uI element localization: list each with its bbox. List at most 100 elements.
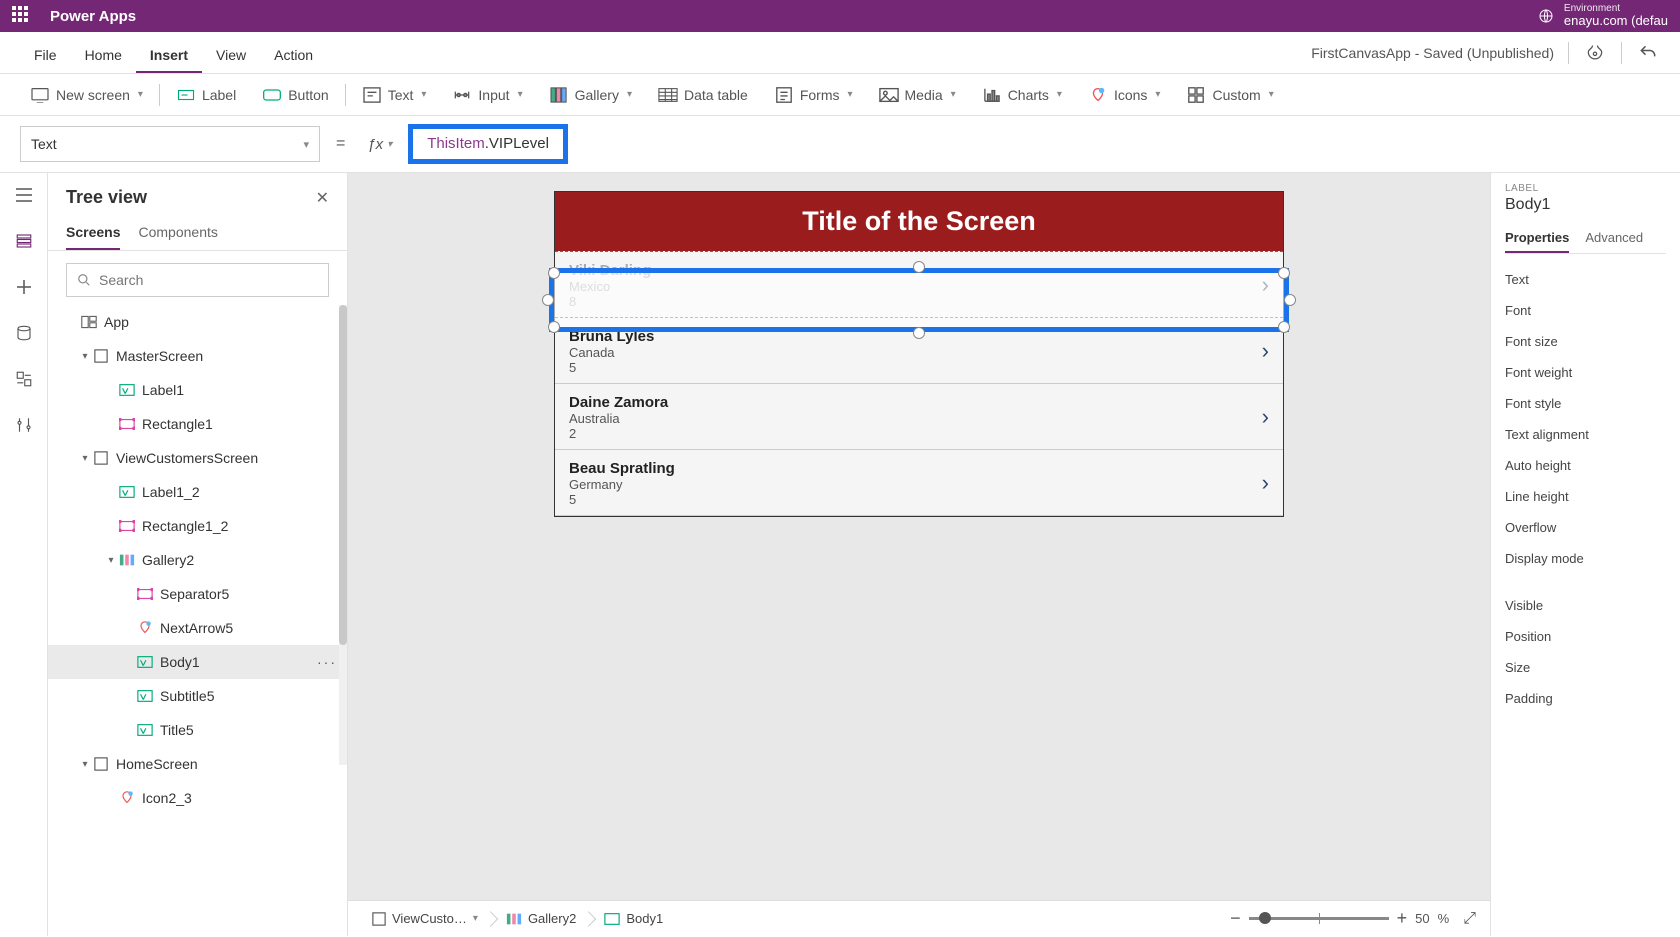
tree-node-homescreen[interactable]: ▾HomeScreen — [48, 747, 347, 781]
menu-tab-file[interactable]: File — [20, 37, 71, 73]
ribbon-item-label: Icons — [1114, 87, 1147, 103]
chevron-icon[interactable]: ▾ — [78, 351, 92, 362]
ribbon-custom[interactable]: Custom▾ — [1176, 82, 1283, 108]
tree-tabs: Screens Components — [48, 216, 347, 251]
tree-node-app[interactable]: App — [48, 305, 347, 339]
property-selector[interactable]: Text ▾ — [20, 126, 320, 162]
formula-input[interactable]: ThisItem.VIPLevel — [427, 136, 549, 153]
prop-row-position[interactable]: Position — [1505, 621, 1666, 652]
prop-row-auto-height[interactable]: Auto height — [1505, 450, 1666, 481]
resize-handle[interactable] — [1278, 267, 1290, 279]
rail-data-icon[interactable] — [12, 321, 36, 345]
resize-handle[interactable] — [1278, 321, 1290, 333]
ribbon-text[interactable]: Text▾ — [352, 82, 437, 108]
prop-row-overflow[interactable]: Overflow — [1505, 512, 1666, 543]
ribbon-charts[interactable]: Charts▾ — [972, 82, 1072, 108]
tree-node-gallery2[interactable]: ▾Gallery2 — [48, 543, 347, 577]
tree-search-input[interactable] — [99, 272, 318, 288]
fx-label[interactable]: ƒx▾ — [361, 136, 398, 153]
next-arrow-icon[interactable]: › — [1262, 404, 1269, 430]
prop-row-padding[interactable]: Padding — [1505, 683, 1666, 714]
tree-node-nextarrow5[interactable]: NextArrow5 — [48, 611, 347, 645]
prop-row-text[interactable]: Text — [1505, 264, 1666, 295]
gallery-item[interactable]: Daine ZamoraAustralia2› — [555, 384, 1283, 450]
prop-row-visible[interactable]: Visible — [1505, 590, 1666, 621]
prop-row-text-alignment[interactable]: Text alignment — [1505, 419, 1666, 450]
formula-bar: Text ▾ = ƒx▾ ThisItem.VIPLevel — [0, 116, 1680, 173]
prop-tab-advanced[interactable]: Advanced — [1585, 224, 1643, 253]
prop-row-font-size[interactable]: Font size — [1505, 326, 1666, 357]
prop-row-line-height[interactable]: Line height — [1505, 481, 1666, 512]
resize-handle[interactable] — [913, 261, 925, 273]
zoom-out-button[interactable]: − — [1230, 908, 1241, 929]
prop-row-font[interactable]: Font — [1505, 295, 1666, 326]
ribbon-forms[interactable]: Forms▾ — [764, 82, 863, 108]
tree-node-label1[interactable]: Label1 — [48, 373, 347, 407]
gallery-item[interactable]: Viki DarlingMexico8› — [555, 251, 1283, 318]
ribbon-media[interactable]: Media▾ — [869, 82, 966, 108]
more-icon[interactable]: ··· — [317, 654, 337, 670]
tree-node-masterscreen[interactable]: ▾ MasterScreen — [48, 339, 347, 373]
prop-row-display-mode[interactable]: Display mode — [1505, 543, 1666, 574]
breadcrumb-item[interactable]: ViewCusto…▾ — [362, 907, 488, 930]
rail-hamburger-icon[interactable] — [12, 183, 36, 207]
tree-node-rectangle1[interactable]: Rectangle1 — [48, 407, 347, 441]
resize-handle[interactable] — [548, 267, 560, 279]
rect-icon — [136, 585, 154, 603]
scrollbar[interactable] — [339, 305, 347, 765]
prop-row-font-weight[interactable]: Font weight — [1505, 357, 1666, 388]
prop-tab-properties[interactable]: Properties — [1505, 224, 1569, 253]
rail-tree-icon[interactable] — [12, 229, 36, 253]
rail-add-icon[interactable] — [12, 275, 36, 299]
ribbon-icons[interactable]: Icons▾ — [1078, 82, 1171, 108]
menu-tab-home[interactable]: Home — [71, 37, 136, 73]
chevron-icon[interactable]: ▾ — [104, 555, 118, 566]
tree-node-rectangle1-2[interactable]: Rectangle1_2 — [48, 509, 347, 543]
tree-tab-components[interactable]: Components — [138, 216, 217, 250]
tree-search[interactable] — [66, 263, 329, 297]
tree-node-separator5[interactable]: Separator5 — [48, 577, 347, 611]
ribbon-new-screen[interactable]: New screen▾ — [20, 82, 153, 108]
ribbon-input[interactable]: Input▾ — [442, 82, 532, 108]
ribbon-gallery[interactable]: Gallery▾ — [539, 82, 642, 108]
breadcrumb-item[interactable]: Gallery2 — [496, 907, 586, 930]
tree-node-title5[interactable]: Title5 — [48, 713, 347, 747]
close-icon[interactable]: ✕ — [316, 188, 329, 208]
ribbon-data-table[interactable]: Data table — [648, 82, 758, 108]
zoom-slider[interactable] — [1249, 917, 1389, 920]
resize-handle[interactable] — [548, 321, 560, 333]
prop-row-font-style[interactable]: Font style — [1505, 388, 1666, 419]
tree-node-label: MasterScreen — [116, 348, 203, 364]
chevron-down-icon[interactable]: ▾ — [473, 913, 478, 924]
tree-node-body1[interactable]: Body1··· — [48, 645, 347, 679]
gallery-item[interactable]: Beau SpratlingGermany5› — [555, 450, 1283, 516]
selection-outline[interactable] — [549, 268, 1289, 332]
tree-tab-screens[interactable]: Screens — [66, 216, 120, 250]
fit-screen-icon[interactable]: ⤢ — [1463, 910, 1476, 928]
menu-tab-view[interactable]: View — [202, 37, 260, 73]
chevron-icon[interactable]: ▾ — [78, 759, 92, 770]
next-arrow-icon[interactable]: › — [1262, 470, 1269, 496]
chevron-icon[interactable]: ▾ — [78, 453, 92, 464]
tree-node-subtitle5[interactable]: Subtitle5 — [48, 679, 347, 713]
resize-handle[interactable] — [542, 294, 554, 306]
zoom-in-button[interactable]: + — [1397, 908, 1408, 929]
ribbon-button[interactable]: Button — [252, 82, 338, 108]
menu-tab-action[interactable]: Action — [260, 37, 327, 73]
tree-node-viewcustomersscreen[interactable]: ▾ViewCustomersScreen — [48, 441, 347, 475]
next-arrow-icon[interactable]: › — [1262, 338, 1269, 364]
resize-handle[interactable] — [1284, 294, 1296, 306]
resize-handle[interactable] — [913, 327, 925, 339]
tree-node-icon2-3[interactable]: Icon2_3 — [48, 781, 347, 815]
rail-media-icon[interactable] — [12, 367, 36, 391]
tree-node-label1-2[interactable]: Label1_2 — [48, 475, 347, 509]
rail-advanced-icon[interactable] — [12, 413, 36, 437]
app-checker-icon[interactable] — [1583, 41, 1607, 65]
menu-tab-insert[interactable]: Insert — [136, 37, 202, 73]
canvas-stage[interactable]: Title of the Screen Viki DarlingMexico8›… — [348, 173, 1490, 900]
undo-icon[interactable] — [1636, 41, 1660, 65]
breadcrumb-item[interactable]: Body1 — [594, 907, 673, 930]
app-launcher-icon[interactable] — [12, 6, 32, 26]
ribbon-label[interactable]: Label — [166, 82, 246, 108]
prop-row-size[interactable]: Size — [1505, 652, 1666, 683]
